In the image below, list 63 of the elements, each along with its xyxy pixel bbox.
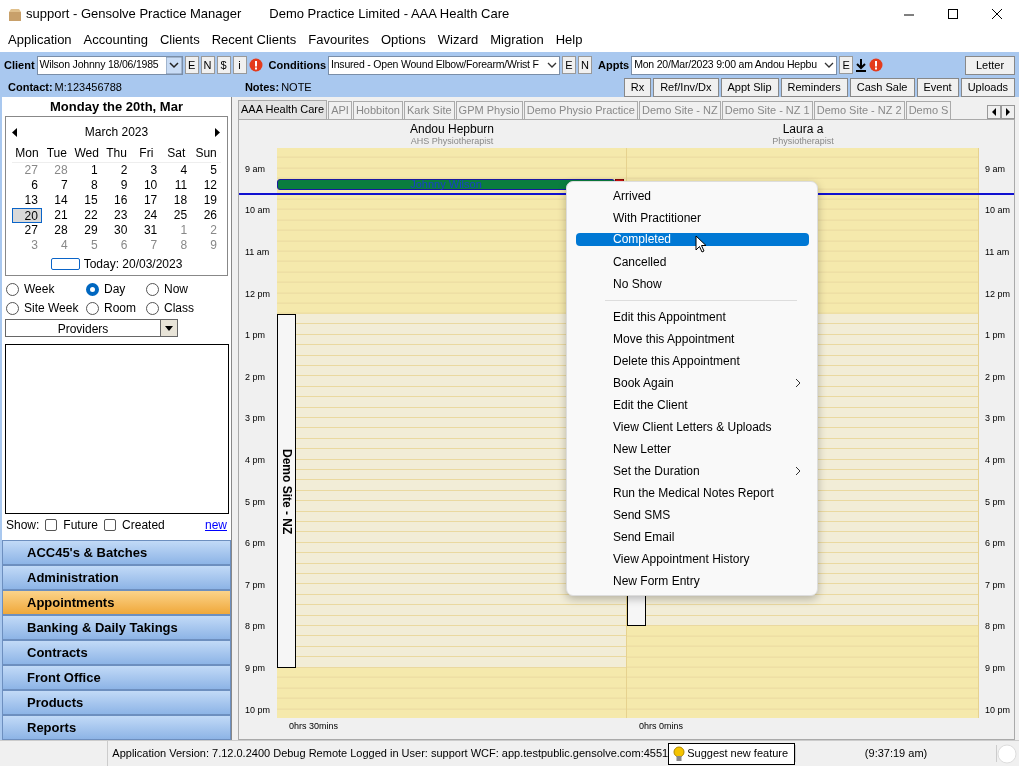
weekday-label: Tue xyxy=(41,144,72,163)
time-label: 8 pm xyxy=(985,620,1005,634)
time-label: 3 pm xyxy=(245,412,265,426)
weekday-label: Fri xyxy=(131,144,162,163)
radio-label: Room xyxy=(104,300,136,317)
time-label: 5 pm xyxy=(985,495,1005,509)
radio-label: Week xyxy=(24,281,55,298)
radio-label: Site Week xyxy=(24,300,79,317)
show-label: Show: xyxy=(6,517,40,534)
time-label: 2 pm xyxy=(985,370,1005,384)
provider-name: Andou Hepburn xyxy=(408,122,496,136)
time-label: 10 pm xyxy=(245,703,270,717)
client-label: Client xyxy=(4,57,35,73)
time-label: 6 pm xyxy=(985,537,1005,551)
status-info: Application Version: 7.12.0.2400 Debug Remote Logged in User: support WCF: app.testpublic.gensolve.com:4551 xyxy=(112,746,669,762)
time-label: 9 pm xyxy=(985,662,1005,675)
duration-total: 0hrs 0mins xyxy=(639,720,683,733)
conditions-label: Conditions xyxy=(268,57,326,73)
time-label: 10 am xyxy=(245,204,270,218)
time-label: 1 pm xyxy=(245,329,265,343)
radio-label: Class xyxy=(164,300,194,317)
time-label: 3 pm xyxy=(985,412,1005,426)
time-label: 7 pm xyxy=(245,578,265,592)
time-label: 8 pm xyxy=(245,620,265,634)
provider-name: Laura a xyxy=(781,122,825,136)
weekday-label: Mon xyxy=(12,144,42,163)
date-heading: Monday the 20th, Mar xyxy=(49,98,184,116)
time-label: 4 pm xyxy=(245,454,265,467)
weekday-label: Thu xyxy=(101,144,132,163)
time-label: 12 pm xyxy=(245,287,270,301)
duration-total: 0hrs 30mins xyxy=(289,720,339,733)
time-label: 5 pm xyxy=(245,495,265,509)
provider-role: Physiotherapist xyxy=(771,136,835,147)
time-label: 11 am xyxy=(985,246,1010,259)
time-label: 9 am xyxy=(245,162,265,176)
time-label: 1 pm xyxy=(985,329,1005,343)
month-title: March 2023 xyxy=(84,124,149,141)
time-label: 10 pm xyxy=(985,703,1010,717)
notes-label: Notes: xyxy=(244,79,280,95)
checkbox-label: Future xyxy=(63,517,99,534)
checkbox-label: Created xyxy=(122,517,165,534)
status-clock: (9:37:19 am) xyxy=(795,745,997,762)
time-label: 2 pm xyxy=(245,370,265,384)
weekday-label: Wed xyxy=(71,144,102,163)
time-label: 9 pm xyxy=(245,662,265,675)
window-title: support - Gensolve Practice Manager xyxy=(26,5,242,24)
time-label: 6 pm xyxy=(245,537,265,551)
contact-value: M:123456788 xyxy=(54,79,122,95)
radio-label: Day xyxy=(104,281,126,298)
contact-label: Contact: xyxy=(8,79,53,95)
time-label: 12 pm xyxy=(985,287,1010,301)
radio-label: Now xyxy=(164,281,188,298)
notes-value: NOTE xyxy=(281,79,312,95)
weekday-label: Sun xyxy=(191,144,221,163)
appts-label: Appts xyxy=(598,57,630,73)
time-label: 9 am xyxy=(985,162,1005,176)
weekday-label: Sat xyxy=(161,144,192,163)
time-label: 10 am xyxy=(985,204,1010,218)
provider-role: AHS Physiotherapist xyxy=(409,136,495,147)
time-label: 4 pm xyxy=(985,454,1005,467)
window-subtitle: Demo Practice Limited - AAA Health Care xyxy=(269,5,510,24)
time-label: 7 pm xyxy=(985,578,1005,592)
time-label: 11 am xyxy=(245,246,270,259)
